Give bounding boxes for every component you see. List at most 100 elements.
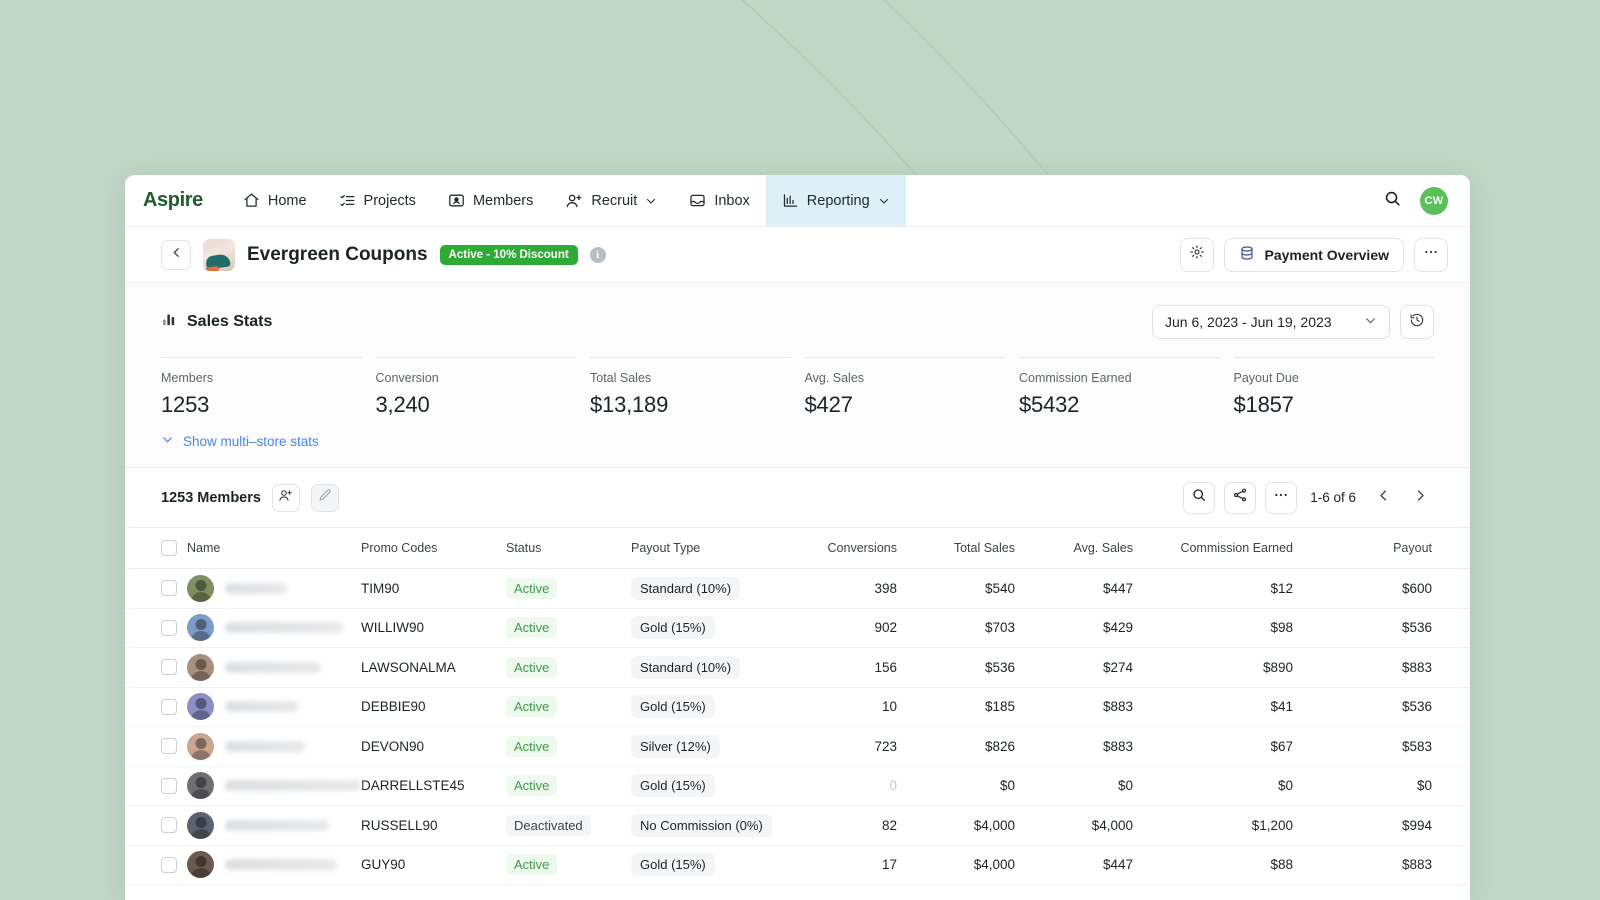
cell-promo-code: LAWSONALMA (361, 648, 506, 688)
kpi-value: $5432 (1019, 392, 1202, 418)
share-nodes-icon (1232, 487, 1248, 508)
table-search-button[interactable] (1183, 482, 1215, 514)
nav-item-recruit[interactable]: Recruit (549, 175, 673, 226)
table-row[interactable]: GUY90ActiveGold (15%)17$4,000$447$88$883 (125, 845, 1470, 885)
member-name-redacted (225, 741, 305, 752)
cell-name (177, 648, 361, 688)
table-row[interactable]: LAWSONALMAActiveStandard (10%)156$536$27… (125, 648, 1470, 688)
add-member-button[interactable] (272, 484, 300, 512)
row-checkbox[interactable] (161, 699, 177, 715)
cell-payout: $994 (1307, 806, 1470, 846)
column-header-avg-sales[interactable]: Avg. Sales (1029, 528, 1147, 569)
select-all-checkbox[interactable] (161, 540, 177, 556)
nav-item-reporting[interactable]: Reporting (766, 175, 906, 226)
table-row[interactable]: WILLIW90ActiveGold (15%)902$703$429$98$5… (125, 608, 1470, 648)
pagination-next-button[interactable] (1406, 484, 1434, 512)
home-icon (243, 192, 260, 209)
history-icon (1409, 312, 1425, 333)
cell-promo-code: WILLIW90 (361, 608, 506, 648)
cell-payout: $883 (1307, 648, 1470, 688)
app-window: Aspire Home Projects Members Recruit (125, 175, 1470, 900)
table-more-button[interactable] (1265, 482, 1297, 514)
share-button[interactable] (1224, 482, 1256, 514)
member-avatar (187, 772, 214, 799)
sales-stats-title-group: Sales Stats (161, 311, 272, 333)
cell-promo-code: GUY90 (361, 845, 506, 885)
row-checkbox[interactable] (161, 659, 177, 675)
more-actions-button[interactable] (1414, 238, 1448, 272)
date-range-picker[interactable]: Jun 6, 2023 - Jun 19, 2023 (1152, 305, 1390, 339)
column-header-promo-codes[interactable]: Promo Codes (361, 528, 506, 569)
kpi-label: Payout Due (1234, 371, 1417, 385)
cell-avg-sales: $883 (1029, 727, 1147, 767)
members-toolbar-right: 1-6 of 6 (1183, 482, 1434, 514)
column-header-conversions[interactable]: Conversions (791, 528, 911, 569)
table-row[interactable]: DEBBIE90ActiveGold (15%)10$185$883$41$53… (125, 687, 1470, 727)
cell-conversions: 398 (791, 569, 911, 609)
column-header-status[interactable]: Status (506, 528, 631, 569)
nav-item-home[interactable]: Home (227, 175, 323, 226)
cell-commission-earned: $41 (1147, 687, 1307, 727)
cell-status: Active (506, 766, 631, 806)
sales-stats-section: Sales Stats Jun 6, 2023 - Jun 19, 2023 (125, 283, 1470, 467)
avatar[interactable]: CW (1420, 187, 1448, 215)
member-name-redacted (225, 622, 343, 633)
nav-item-members[interactable]: Members (432, 175, 549, 226)
kpi-label: Conversion (376, 371, 559, 385)
cell-status: Active (506, 687, 631, 727)
cell-total-sales: $540 (911, 569, 1029, 609)
row-checkbox[interactable] (161, 857, 177, 873)
table-row[interactable]: DARRELLSTE45ActiveGold (15%)0$0$0$0$0 (125, 766, 1470, 806)
cell-total-sales: $0 (911, 766, 1029, 806)
nav-item-inbox[interactable]: Inbox (673, 175, 765, 226)
back-button[interactable] (161, 240, 191, 270)
column-header-payout[interactable]: Payout (1307, 528, 1470, 569)
history-button[interactable] (1400, 305, 1434, 339)
edit-members-button[interactable] (311, 484, 339, 512)
cell-avg-sales: $447 (1029, 569, 1147, 609)
cell-payout-type: Silver (12%) (631, 727, 791, 767)
row-checkbox[interactable] (161, 620, 177, 636)
project-thumbnail (203, 239, 235, 271)
cell-commission-earned: $98 (1147, 608, 1307, 648)
nav-item-projects[interactable]: Projects (323, 175, 432, 226)
payment-overview-label: Payment Overview (1264, 247, 1389, 263)
column-header-payout-type[interactable]: Payout Type (631, 528, 791, 569)
kpi-avg-sales: Avg. Sales $427 (805, 357, 1006, 418)
table-body: TIM90ActiveStandard (10%)398$540$447$12$… (125, 569, 1470, 885)
payout-type-badge: Standard (10%) (631, 656, 740, 679)
search-icon[interactable] (1383, 189, 1402, 213)
kpi-members: Members 1253 (161, 357, 362, 418)
settings-button[interactable] (1180, 238, 1214, 272)
payment-overview-button[interactable]: Payment Overview (1224, 238, 1404, 272)
cell-payout-type: Standard (10%) (631, 648, 791, 688)
column-header-total-sales[interactable]: Total Sales (911, 528, 1029, 569)
row-checkbox[interactable] (161, 738, 177, 754)
info-icon[interactable]: i (590, 247, 606, 263)
aspire-logo[interactable]: Aspire (143, 175, 227, 226)
row-checkbox[interactable] (161, 580, 177, 596)
cell-conversions: 723 (791, 727, 911, 767)
member-avatar (187, 654, 214, 681)
member-avatar (187, 733, 214, 760)
column-select-all (125, 528, 177, 569)
cell-name (177, 806, 361, 846)
inbox-icon (689, 192, 706, 209)
cell-total-sales: $4,000 (911, 806, 1029, 846)
status-badge: Active (506, 696, 557, 717)
table-row[interactable]: DEVON90ActiveSilver (12%)723$826$883$67$… (125, 727, 1470, 767)
column-header-name[interactable]: Name (177, 528, 361, 569)
kpi-label: Commission Earned (1019, 371, 1202, 385)
column-header-commission-earned[interactable]: Commission Earned (1147, 528, 1307, 569)
chevron-down-icon (1364, 314, 1377, 330)
pagination-prev-button[interactable] (1369, 484, 1397, 512)
row-checkbox[interactable] (161, 817, 177, 833)
cell-status: Active (506, 608, 631, 648)
ellipsis-icon (1423, 244, 1439, 265)
show-multistore-stats-link[interactable]: Show multi–store stats (161, 433, 1434, 467)
table-row[interactable]: RUSSELL90DeactivatedNo Commission (0%)82… (125, 806, 1470, 846)
row-checkbox[interactable] (161, 778, 177, 794)
table-row[interactable]: TIM90ActiveStandard (10%)398$540$447$12$… (125, 569, 1470, 609)
cell-payout: $536 (1307, 608, 1470, 648)
members-toolbar: 1253 Members (125, 467, 1470, 527)
